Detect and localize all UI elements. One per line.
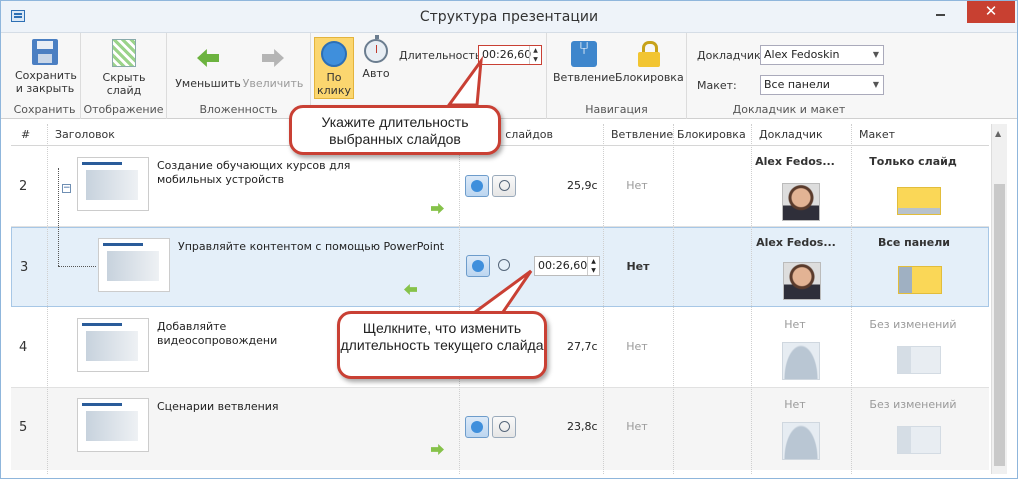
callout-bottom: Щелкните, что изменить длительность теку… (337, 311, 547, 379)
callout-bottom-tail (466, 269, 533, 317)
callout-top-tail (446, 55, 483, 107)
callout-top: Укажите длительность выбранных слайдов (289, 105, 501, 155)
callout-tails (446, 55, 533, 317)
presentation-structure-window: Структура презентации ✕ Сохранить и закр… (0, 0, 1018, 479)
